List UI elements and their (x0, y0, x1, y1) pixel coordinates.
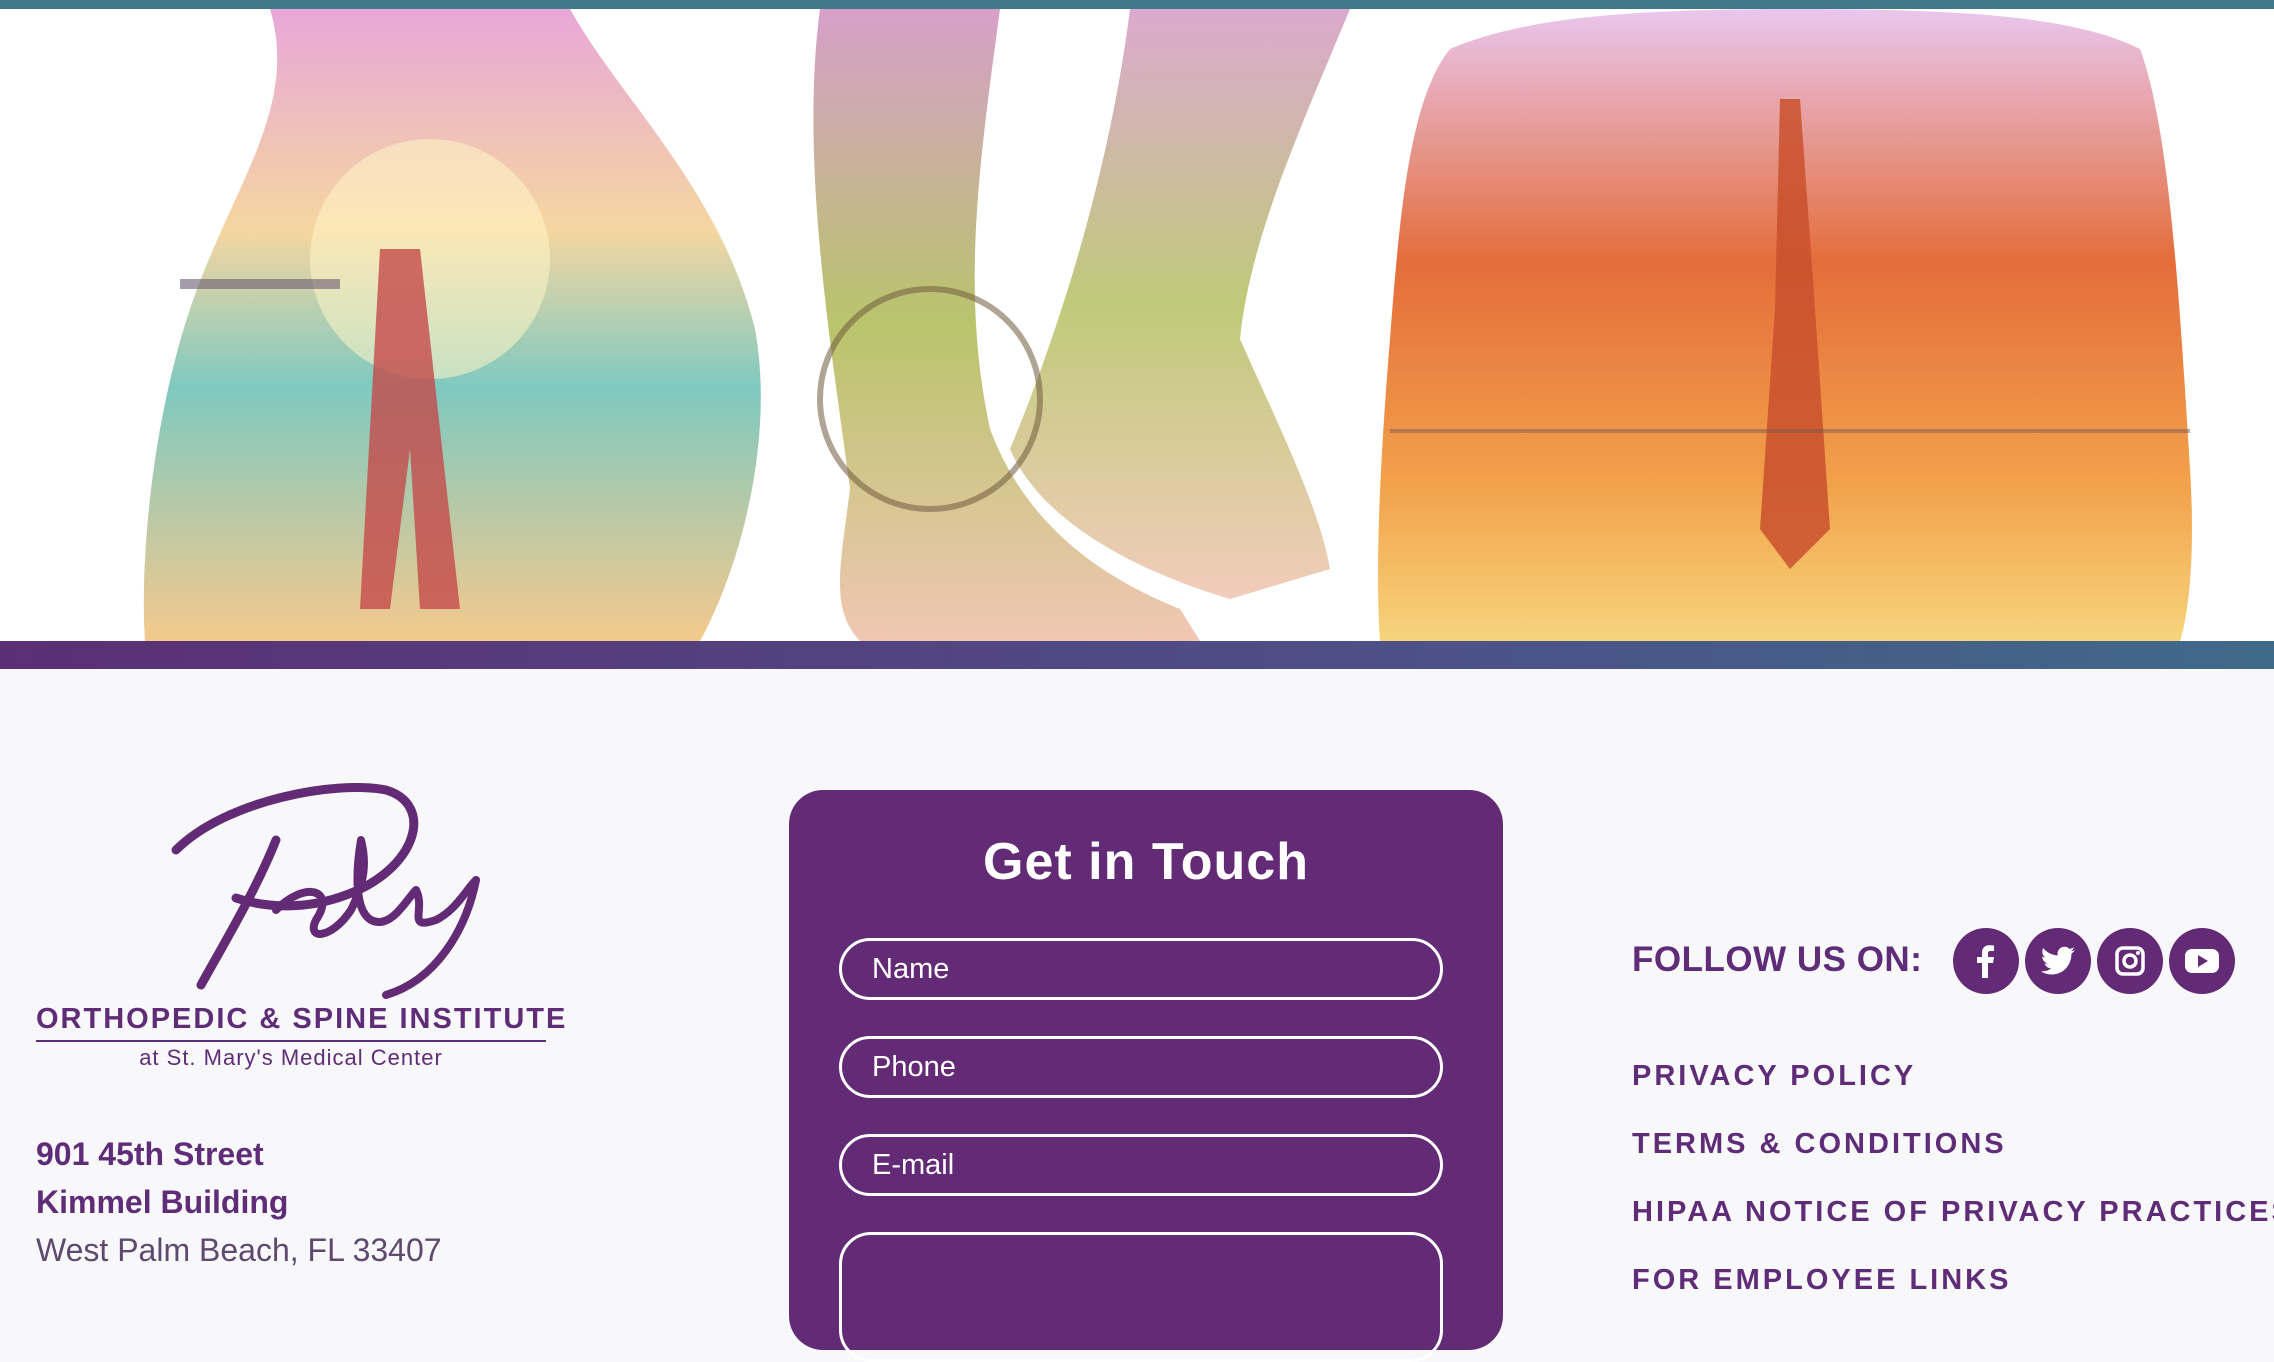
instagram-icon[interactable] (2097, 928, 2163, 994)
logo-institute-name: ORTHOPEDIC & SPINE INSTITUTE (36, 1003, 568, 1035)
hero-image (0, 9, 2274, 641)
address-city: West Palm Beach, FL 33407 (36, 1232, 442, 1268)
facebook-icon[interactable] (1953, 928, 2019, 994)
email-input[interactable] (839, 1134, 1443, 1196)
follow-us-label: FOLLOW US ON: (1632, 940, 1923, 979)
hipaa-notice-link[interactable]: HIPAA NOTICE OF PRIVACY PRACTICES (1632, 1196, 2274, 1229)
youtube-icon[interactable] (2169, 928, 2235, 994)
phone-input[interactable] (839, 1036, 1443, 1098)
logo-subtitle: at St. Mary's Medical Center (139, 1045, 443, 1070)
hero-divider-band (0, 641, 2274, 669)
employee-links-link[interactable]: FOR EMPLOYEE LINKS (1632, 1264, 2011, 1297)
paley-logo[interactable]: ORTHOPEDIC & SPINE INSTITUTE at St. Mary… (36, 780, 568, 1080)
name-input[interactable] (839, 938, 1443, 1000)
logo-divider (36, 1040, 546, 1042)
terms-conditions-link[interactable]: TERMS & CONDITIONS (1632, 1128, 2007, 1161)
twitter-icon[interactable] (2025, 928, 2091, 994)
message-input[interactable] (839, 1232, 1443, 1362)
address-street: 901 45th Street (36, 1136, 264, 1172)
address-block: 901 45th Street Kimmel Building West Pal… (36, 1130, 442, 1274)
contact-form-title: Get in Touch (983, 833, 1309, 891)
paley-signature-logo (171, 783, 480, 999)
privacy-policy-link[interactable]: PRIVACY POLICY (1632, 1060, 1916, 1093)
top-strip (0, 0, 2274, 9)
address-building: Kimmel Building (36, 1184, 289, 1220)
contact-form-card: Get in Touch (789, 790, 1503, 1362)
